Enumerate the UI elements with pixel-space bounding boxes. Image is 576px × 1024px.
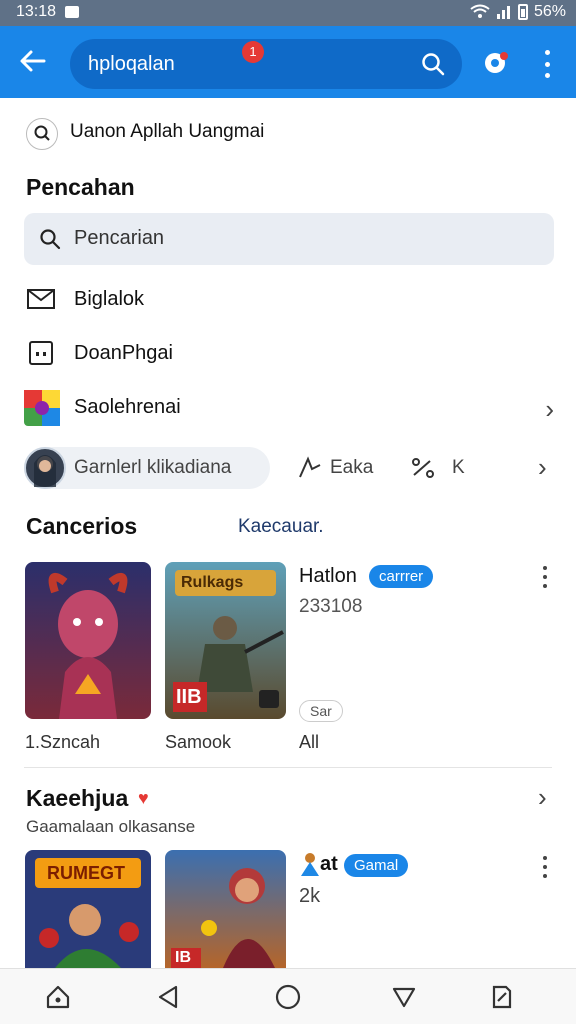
game-art-title: Rulkags — [181, 574, 244, 591]
search-field[interactable]: Pencarian — [24, 213, 554, 265]
game-card-badge: IIB — [176, 686, 202, 708]
home-circle-icon[interactable] — [274, 983, 302, 1011]
filter-item-k[interactable]: K — [410, 455, 490, 485]
detail-title[interactable]: Hatlon — [299, 565, 357, 588]
more-options-button[interactable] — [538, 50, 556, 78]
item-more-button[interactable] — [541, 856, 549, 878]
edit-page-icon[interactable] — [488, 983, 516, 1011]
search-query[interactable]: hploqalan — [88, 53, 175, 76]
signal-icon — [496, 6, 510, 19]
sparkle-icon — [299, 456, 321, 478]
notification-icon — [65, 6, 79, 18]
app-bar: hploqalan 1 — [0, 26, 576, 98]
menu-item-label: DoanPhgai — [74, 342, 173, 364]
search-field-placeholder: Pencarian — [74, 227, 165, 249]
search-bar[interactable]: hploqalan 1 — [70, 39, 462, 89]
home-icon[interactable] — [44, 983, 72, 1011]
detail-title[interactable]: at — [320, 853, 338, 876]
game-card-4[interactable]: IB — [165, 850, 286, 968]
search-icon[interactable] — [420, 51, 446, 77]
game-cover-image — [25, 562, 151, 719]
game-card-3[interactable]: RUMEGT — [25, 850, 151, 968]
status-bar: 13:18 56% — [0, 0, 576, 26]
filter-item-label: K — [452, 457, 465, 478]
battery-level: 56% — [533, 3, 566, 20]
filter-item-eaka[interactable]: Eaka — [296, 455, 376, 485]
section-title: Cancerios — [26, 513, 138, 539]
detail-count: 2k — [299, 885, 321, 907]
menu-item-mail[interactable]: Biglalok — [26, 282, 286, 322]
tag-label: carrrer — [379, 568, 424, 585]
heart-icon: ♥ — [138, 788, 149, 808]
game-card-caption: 1.Szncah — [25, 732, 101, 752]
avatar — [24, 447, 66, 489]
tag-label: Gamal — [354, 857, 399, 874]
game-card-1[interactable] — [25, 562, 151, 719]
filter-chip-games[interactable]: Garnlerl klikadiana — [24, 447, 270, 489]
search-section-title: Pencahan — [26, 174, 135, 200]
game-card-badge: IB — [175, 949, 191, 966]
search-icon — [40, 229, 61, 250]
recent-search-item[interactable]: Uanon Apllah Uangmai — [70, 121, 264, 143]
menu-item-label: Saolehrenai — [74, 396, 181, 418]
back-button[interactable] — [18, 46, 52, 80]
detail-footer[interactable]: All — [299, 732, 319, 753]
settings-gear-icon[interactable] — [480, 48, 510, 78]
menu-item-apps[interactable]: Saolehrenai › — [24, 390, 554, 430]
menu-item-calendar[interactable]: DoanPhgai — [26, 336, 286, 376]
chevron-right-icon: › — [545, 394, 554, 424]
game-card-2[interactable]: Rulkags IIB — [165, 562, 286, 719]
app-grid-icon — [24, 390, 60, 426]
percent-icon — [412, 458, 434, 478]
item-more-button[interactable] — [541, 566, 549, 588]
arrow-left-icon — [20, 50, 46, 72]
characters-icon — [301, 853, 319, 876]
bottom-navigation-bar — [0, 968, 576, 1024]
status-time: 13:18 — [16, 3, 57, 20]
rating-pill[interactable]: Sar — [299, 700, 343, 722]
section-subtitle[interactable]: Kaecauar. — [238, 516, 324, 538]
wifi-icon — [470, 4, 490, 18]
section-subtitle: Gaamalaan olkasanse — [26, 817, 196, 836]
down-triangle-icon[interactable] — [390, 983, 418, 1011]
back-triangle-icon[interactable] — [154, 983, 182, 1011]
recent-search-icon — [26, 118, 58, 150]
menu-item-label: Biglalok — [74, 288, 145, 310]
game-card-caption: Samook — [165, 732, 232, 752]
chevron-right-icon[interactable]: › — [538, 452, 547, 483]
mail-icon — [27, 289, 55, 309]
divider — [24, 767, 552, 768]
filter-item-label: Eaka — [330, 457, 374, 478]
category-tag[interactable]: Gamal — [344, 854, 409, 877]
notification-badge: 1 — [242, 41, 264, 63]
calendar-icon — [29, 341, 53, 365]
battery-icon — [517, 4, 528, 20]
section-title: Kaeehjua — [26, 785, 129, 811]
game-art-title: RUMEGT — [47, 863, 125, 883]
chevron-right-icon[interactable]: › — [538, 782, 547, 813]
category-tag[interactable]: carrrer — [369, 565, 434, 588]
detail-count: 233108 — [299, 596, 363, 617]
filter-chip-label: Garnlerl klikadiana — [74, 457, 232, 478]
